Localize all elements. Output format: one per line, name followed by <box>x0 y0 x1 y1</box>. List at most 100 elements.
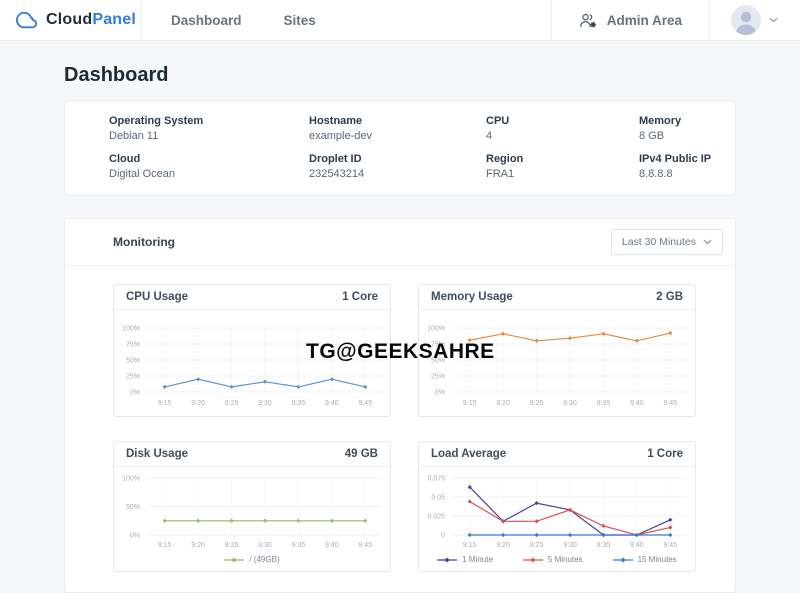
svg-text:0%: 0% <box>435 390 445 397</box>
brand-primary: Cloud <box>46 11 92 28</box>
svg-text:0.075: 0.075 <box>427 476 445 483</box>
svg-text:9:30: 9:30 <box>563 400 577 407</box>
svg-text:100%: 100% <box>122 476 140 483</box>
info-value: 232543214 <box>309 168 486 180</box>
svg-text:75%: 75% <box>126 342 140 349</box>
svg-text:9:15: 9:15 <box>158 400 172 407</box>
chart-svg: 100%75%50%25%0%9:159:209:259:309:359:409… <box>114 312 390 414</box>
info-label: Memory <box>639 115 715 127</box>
legend-marker-icon <box>437 556 457 564</box>
info-label: Operating System <box>109 115 309 127</box>
chart-plot-area: 100%75%50%25%0%9:159:209:259:309:359:409… <box>114 310 390 416</box>
chart-unit-badge: 1 Core <box>342 291 378 303</box>
svg-text:0.025: 0.025 <box>427 514 445 521</box>
chevron-down-icon <box>769 17 778 23</box>
monitoring-header: Monitoring Last 30 Minutes <box>65 219 735 266</box>
svg-text:9:20: 9:20 <box>191 542 205 549</box>
svg-text:9:40: 9:40 <box>325 542 339 549</box>
chart-header: Disk Usage 49 GB <box>114 442 390 467</box>
info-value: example-dev <box>309 130 486 142</box>
svg-text:9:15: 9:15 <box>158 542 172 549</box>
info-label: Cloud <box>109 153 309 165</box>
svg-text:50%: 50% <box>431 358 445 365</box>
chart-unit-badge: 49 GB <box>345 448 378 460</box>
time-range-value: Last 30 Minutes <box>622 236 696 248</box>
svg-text:9:30: 9:30 <box>258 400 272 407</box>
chart-svg: 0.0750.050.02509:159:209:259:309:359:409… <box>419 469 695 553</box>
chart-title: Disk Usage <box>126 448 188 460</box>
chart-card-disk-usage: Disk Usage49 GB100%50%0%9:159:209:259:30… <box>113 441 391 572</box>
header-spacer <box>316 0 551 40</box>
chart-title: Load Average <box>431 448 506 460</box>
info-droplet-id: Droplet ID 232543214 <box>309 153 486 180</box>
svg-text:0%: 0% <box>130 390 140 397</box>
svg-text:9:15: 9:15 <box>463 400 477 407</box>
svg-text:9:35: 9:35 <box>292 542 306 549</box>
svg-text:25%: 25% <box>126 374 140 381</box>
legend-item-49gb[interactable]: / (49GB) <box>224 555 279 564</box>
page-title: Dashboard <box>64 64 736 87</box>
info-cloud: Cloud Digital Ocean <box>109 153 309 180</box>
svg-text:9:40: 9:40 <box>325 400 339 407</box>
svg-text:25%: 25% <box>431 374 445 381</box>
chart-svg: 100%50%0%9:159:209:259:309:359:409:45 <box>114 469 390 553</box>
user-menu[interactable] <box>708 0 800 40</box>
info-ipv4: IPv4 Public IP 8.8.8.8 <box>639 153 715 180</box>
svg-text:9:25: 9:25 <box>530 542 544 549</box>
main-nav: Dashboard Sites <box>171 0 316 40</box>
brand-secondary: Panel <box>92 11 136 28</box>
admin-area-label: Admin Area <box>607 13 682 28</box>
chart-legend: 1 Minute 5 Minutes 15 Minutes <box>419 555 695 571</box>
info-label: CPU <box>486 115 639 127</box>
svg-text:50%: 50% <box>126 504 140 511</box>
cloudpanel-app: CloudPanel Dashboard Sites Admin Area <box>0 0 800 593</box>
admin-area-button[interactable]: Admin Area <box>551 0 708 40</box>
info-value: 4 <box>486 130 639 142</box>
monitoring-card: Monitoring Last 30 Minutes CPU Usage1 Co… <box>64 218 736 593</box>
svg-text:9:30: 9:30 <box>563 542 577 549</box>
legend-item-5-minutes[interactable]: 5 Minutes <box>523 555 583 564</box>
chart-unit-badge: 1 Core <box>647 448 683 460</box>
svg-text:0.05: 0.05 <box>431 495 445 502</box>
info-hostname: Hostname example-dev <box>309 115 486 142</box>
legend-item-15-minutes[interactable]: 15 Minutes <box>613 555 677 564</box>
users-gear-icon <box>578 12 598 29</box>
chevron-down-icon <box>703 239 712 245</box>
svg-text:9:30: 9:30 <box>258 542 272 549</box>
nav-dashboard[interactable]: Dashboard <box>171 13 242 28</box>
chart-header: CPU Usage1 Core <box>114 285 390 310</box>
legend-item-1-minute[interactable]: 1 Minute <box>437 555 493 564</box>
time-range-dropdown[interactable]: Last 30 Minutes <box>611 229 723 255</box>
chart-legend: / (49GB) <box>114 555 390 571</box>
monitoring-title: Monitoring <box>113 235 175 249</box>
info-value: Digital Ocean <box>109 168 309 180</box>
svg-text:9:20: 9:20 <box>191 400 205 407</box>
legend-label: / (49GB) <box>249 555 279 564</box>
nav-sites[interactable]: Sites <box>284 13 316 28</box>
legend-marker-icon <box>613 556 633 564</box>
info-region: Region FRA1 <box>486 153 639 180</box>
brand-text: CloudPanel <box>46 11 136 29</box>
info-label: Region <box>486 153 639 165</box>
chart-plot-area: 100%50%0%9:159:209:259:309:359:409:45 <box>114 467 390 555</box>
svg-text:9:35: 9:35 <box>292 400 306 407</box>
legend-label: 15 Minutes <box>638 555 677 564</box>
svg-text:9:40: 9:40 <box>630 400 644 407</box>
svg-text:0%: 0% <box>130 533 140 540</box>
legend-label: 1 Minute <box>462 555 493 564</box>
logo[interactable]: CloudPanel <box>0 0 141 40</box>
svg-text:9:20: 9:20 <box>496 542 510 549</box>
chart-plot-area: 100%75%50%25%0%9:159:209:259:309:359:409… <box>419 310 695 416</box>
chart-plot-area: 0.0750.050.02509:159:209:259:309:359:409… <box>419 467 695 555</box>
svg-text:9:35: 9:35 <box>597 400 611 407</box>
chart-header: Memory Usage2 GB <box>419 285 695 310</box>
svg-text:0: 0 <box>441 533 445 540</box>
avatar <box>731 5 761 35</box>
legend-marker-icon <box>224 556 244 564</box>
svg-text:9:40: 9:40 <box>630 542 644 549</box>
svg-text:9:20: 9:20 <box>496 400 510 407</box>
svg-text:9:25: 9:25 <box>225 400 239 407</box>
chart-card-memory-usage: Memory Usage2 GB100%75%50%25%0%9:159:209… <box>418 284 696 417</box>
info-value: FRA1 <box>486 168 639 180</box>
svg-text:9:45: 9:45 <box>663 400 677 407</box>
